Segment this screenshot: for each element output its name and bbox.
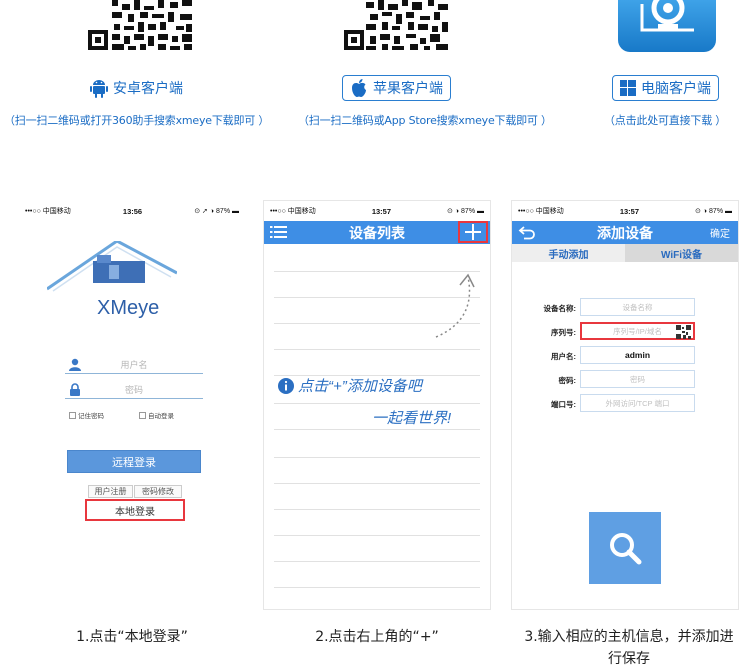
battery: ⊙ ➚ ◑ 87% ▬ xyxy=(194,208,239,215)
change-password-button[interactable]: 密码修改 xyxy=(134,485,182,498)
username-placeholder: 用户名 xyxy=(120,360,148,370)
plus-icon xyxy=(465,224,481,240)
apple-icon xyxy=(352,79,366,97)
clock: 13:57 xyxy=(619,206,639,216)
status-bar: •••○○ 中国移动 13:57 ⊙ ◑ 87% ▬ xyxy=(264,201,490,221)
confirm-button[interactable]: 确定 xyxy=(710,225,730,240)
add-mode-tabs: 手动添加 WiFi设备 xyxy=(512,244,738,262)
nav-bar: 设备列表 xyxy=(264,221,490,244)
scan-qr-icon[interactable] xyxy=(676,325,691,339)
add-device-button[interactable] xyxy=(458,221,488,243)
android-note: （扫一扫二维码或打开360助手搜索xmeye下载即可 ） xyxy=(4,114,270,127)
remember-password-checkbox[interactable]: 记住密码 xyxy=(69,410,104,420)
list-divider xyxy=(274,483,480,484)
nav-bar: 添加设备 确定 xyxy=(512,221,738,244)
dotted-arrow-icon xyxy=(435,273,475,338)
list-divider xyxy=(274,535,480,536)
hint-subtext: 一起看世界! xyxy=(372,410,452,427)
remember-label: 记住密码 xyxy=(78,413,104,420)
windows-icon xyxy=(620,80,636,96)
ios-note: （扫一扫二维码或App Store搜索xmeye下载即可 ） xyxy=(298,114,552,127)
pc-download-link[interactable]: 电脑客户端 xyxy=(612,75,719,101)
list-divider xyxy=(274,587,480,588)
remote-login-button[interactable]: 远程登录 xyxy=(67,450,201,473)
auto-login-checkbox[interactable]: 自动登录 xyxy=(139,410,174,420)
tab-manual-add[interactable]: 手动添加 xyxy=(512,244,625,262)
ios-qr-code xyxy=(344,0,452,52)
nav-title: 添加设备 xyxy=(597,224,653,241)
add-device-screen: •••○○ 中国移动 13:57 ⊙ ◑ 87% ▬ 添加设备 确定 手动添加 … xyxy=(511,200,739,610)
carrier: •••○○ 中国移动 xyxy=(518,208,564,215)
back-icon[interactable] xyxy=(518,224,536,240)
serial-placeholder: 序列号/IP/域名 xyxy=(613,326,662,336)
battery: ⊙ ◑ 87% ▬ xyxy=(447,208,484,215)
tab-wifi-device[interactable]: WiFi设备 xyxy=(625,244,738,262)
pc-label: 电脑客户端 xyxy=(641,81,711,97)
port-row: 端口号: 外网访问/TCP 端口 xyxy=(512,394,738,414)
device-list-screen: •••○○ 中国移动 13:57 ⊙ ◑ 87% ▬ 设备列表 点击“+”添加设… xyxy=(263,200,491,610)
username-field[interactable]: 用户名 xyxy=(65,356,203,374)
ios-download-link[interactable]: 苹果客户端 xyxy=(342,75,451,101)
password-label: 密码: xyxy=(558,376,577,385)
username-label: 用户名: xyxy=(551,352,576,361)
pc-note[interactable]: （点击此处可直接下载 ） xyxy=(604,112,726,128)
password-placeholder: 密码 xyxy=(124,385,143,395)
clock: 13:56 xyxy=(122,206,143,216)
android-label: 安卓客户端 xyxy=(113,81,183,97)
info-icon xyxy=(278,377,294,394)
port-input[interactable]: 外网访问/TCP 端口 xyxy=(580,394,695,412)
android-icon xyxy=(90,80,108,98)
battery: ⊙ ◑ 87% ▬ xyxy=(695,208,732,215)
serial-row: 序列号: 序列号/IP/域名 xyxy=(512,322,738,342)
local-login-button[interactable]: 本地登录 xyxy=(85,499,185,521)
checkbox-box xyxy=(139,411,146,419)
menu-icon[interactable] xyxy=(270,224,288,240)
list-divider xyxy=(274,349,480,350)
search-device-button[interactable] xyxy=(589,512,661,584)
step3-caption: 3.输入相应的主机信息，并添加进行保存 xyxy=(524,629,734,667)
username-row: 用户名: admin xyxy=(512,346,738,366)
port-label: 端口号: xyxy=(551,400,576,409)
clock: 13:57 xyxy=(371,206,391,216)
device-name-label: 设备名称: xyxy=(543,304,577,313)
serial-input[interactable]: 序列号/IP/域名 xyxy=(580,322,695,340)
checkbox-box xyxy=(69,411,76,419)
list-divider xyxy=(274,561,480,562)
hint-text: 点击“+”添加设备吧 xyxy=(298,378,422,395)
android-download-link[interactable]: 安卓客户端 xyxy=(90,75,183,101)
android-qr-code xyxy=(88,0,196,52)
step2-caption: 2.点击右上角的“+” xyxy=(315,629,439,645)
device-name-row: 设备名称: 设备名称 xyxy=(512,298,738,318)
username-input[interactable]: admin xyxy=(580,346,695,364)
status-bar: •••○○ 中国移动 13:56 ⊙ ➚ ◑ 87% ▬ xyxy=(19,201,245,221)
password-input[interactable]: 密码 xyxy=(580,370,695,388)
carrier: •••○○ 中国移动 xyxy=(25,208,71,215)
list-divider xyxy=(274,429,480,430)
step1-caption: 1.点击“本地登录” xyxy=(76,629,188,645)
login-screen: •••○○ 中国移动 13:56 ⊙ ➚ ◑ 87% ▬ XMeye 用户名 密… xyxy=(18,200,246,610)
register-button[interactable]: 用户注册 xyxy=(88,485,133,498)
password-field[interactable]: 密码 xyxy=(65,381,203,399)
ios-label: 苹果客户端 xyxy=(373,81,443,97)
list-divider xyxy=(274,457,480,458)
password-row: 密码: 密码 xyxy=(512,370,738,390)
serial-label: 序列号: xyxy=(551,328,576,337)
device-name-input[interactable]: 设备名称 xyxy=(580,298,695,316)
list-divider xyxy=(274,403,480,404)
xmeye-app-icon[interactable] xyxy=(618,0,716,52)
add-device-hint: 点击“+”添加设备吧 xyxy=(278,375,422,396)
status-bar: •••○○ 中国移动 13:57 ⊙ ◑ 87% ▬ xyxy=(512,201,738,221)
app-logo-text: XMeye xyxy=(97,297,160,319)
xmeye-logo-house-icon xyxy=(47,241,177,292)
search-icon xyxy=(610,533,642,565)
nav-title: 设备列表 xyxy=(349,224,405,241)
list-divider xyxy=(274,509,480,510)
auto-login-label: 自动登录 xyxy=(148,413,174,420)
carrier: •••○○ 中国移动 xyxy=(270,208,316,215)
